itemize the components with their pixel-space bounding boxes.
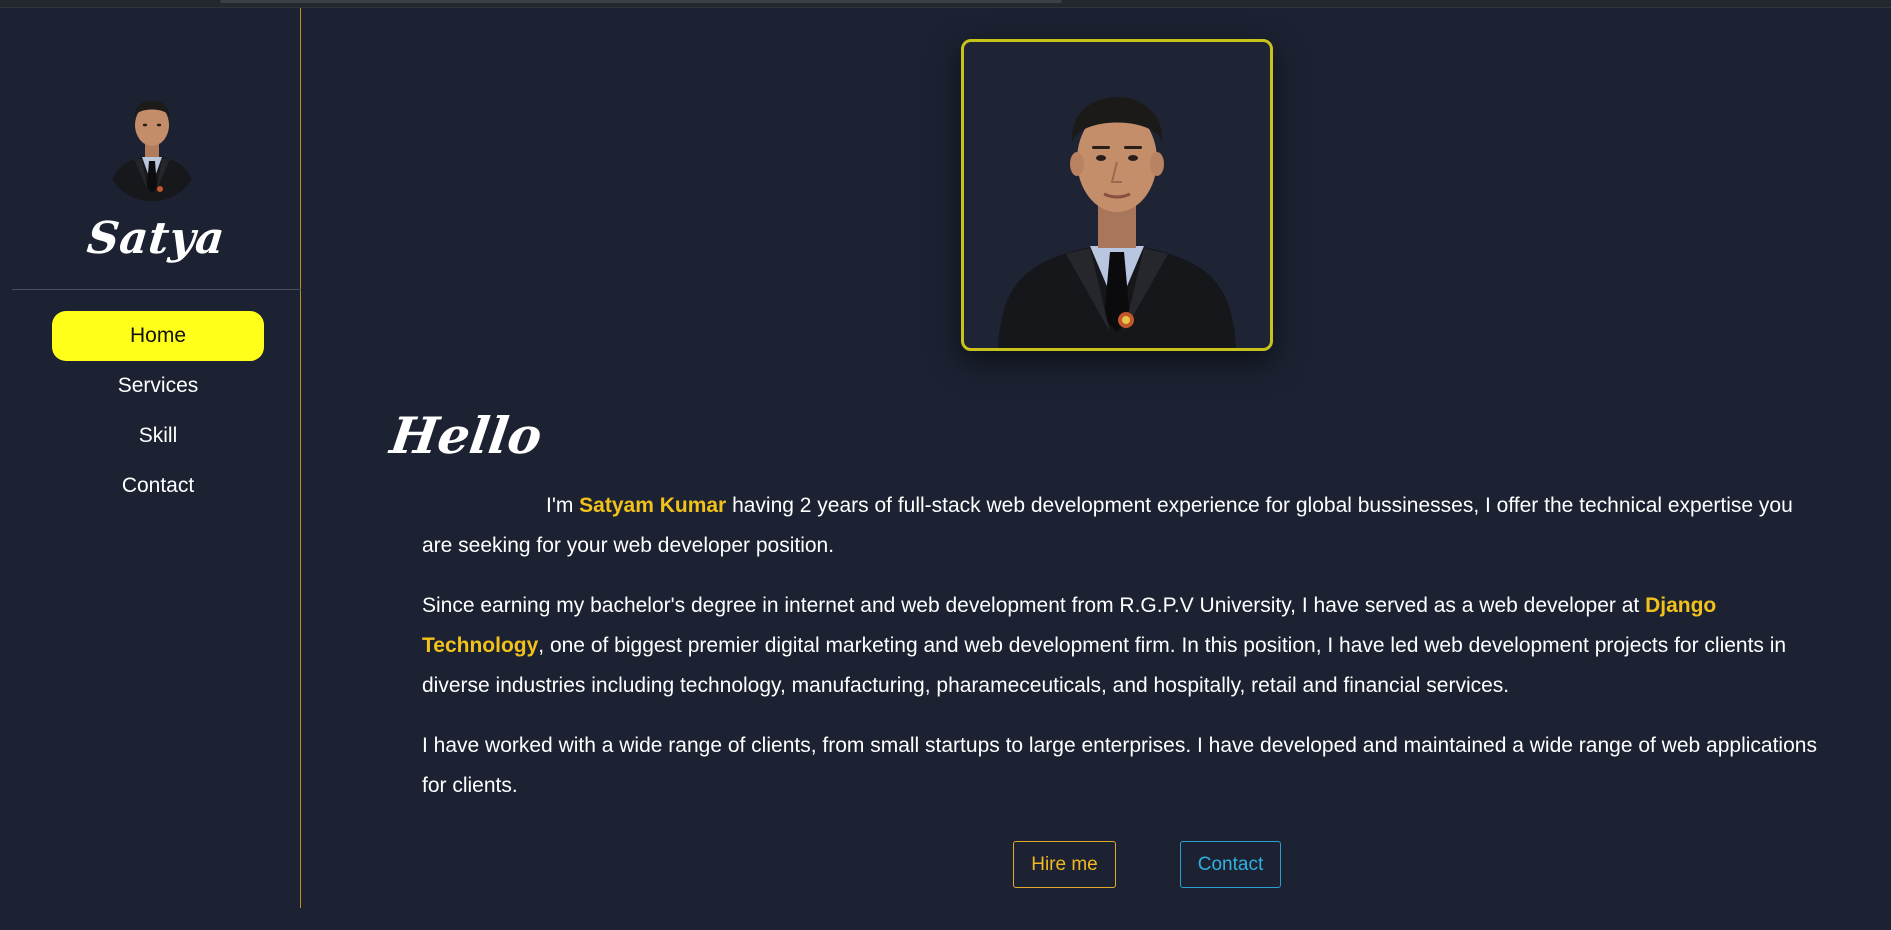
bio-experience-paragraph: Since earning my bachelor's degree in in… [422, 586, 1822, 706]
experience-text-before: Since earning my bachelor's degree in in… [422, 594, 1646, 617]
nav-item-home[interactable]: Home [52, 311, 264, 361]
hire-me-button[interactable]: Hire me [1013, 841, 1116, 888]
contact-button[interactable]: Contact [1180, 841, 1281, 888]
name-highlight: Satyam Kumar [579, 494, 727, 517]
profile-photo-icon [998, 97, 1236, 348]
sidebar-divider [12, 289, 301, 290]
sidebar: Satya Home Services Skill Contact [0, 8, 301, 908]
intro-prefix: I'm [546, 494, 580, 517]
experience-text-after: , one of biggest premier digital marketi… [422, 634, 1787, 697]
hello-heading: Hello [386, 406, 546, 465]
bio: I'm Satyam Kumar having 2 years of full-… [422, 486, 1822, 826]
bio-intro-paragraph: I'm Satyam Kumar having 2 years of full-… [422, 486, 1822, 566]
nav-item-services[interactable]: Services [52, 361, 264, 411]
brand-name: Satya [84, 213, 228, 264]
profile-photo [961, 39, 1273, 351]
profile-photo-icon [108, 100, 196, 201]
nav-item-skill[interactable]: Skill [52, 411, 264, 461]
browser-top-bar [0, 0, 1891, 8]
avatar [104, 75, 200, 201]
nav-item-contact[interactable]: Contact [52, 461, 264, 511]
horizontal-scrollbar[interactable] [220, 0, 1062, 3]
bio-clients-paragraph: I have worked with a wide range of clien… [422, 734, 1817, 797]
main-content: Hello I'm Satyam Kumar having 2 years of… [301, 8, 1891, 930]
